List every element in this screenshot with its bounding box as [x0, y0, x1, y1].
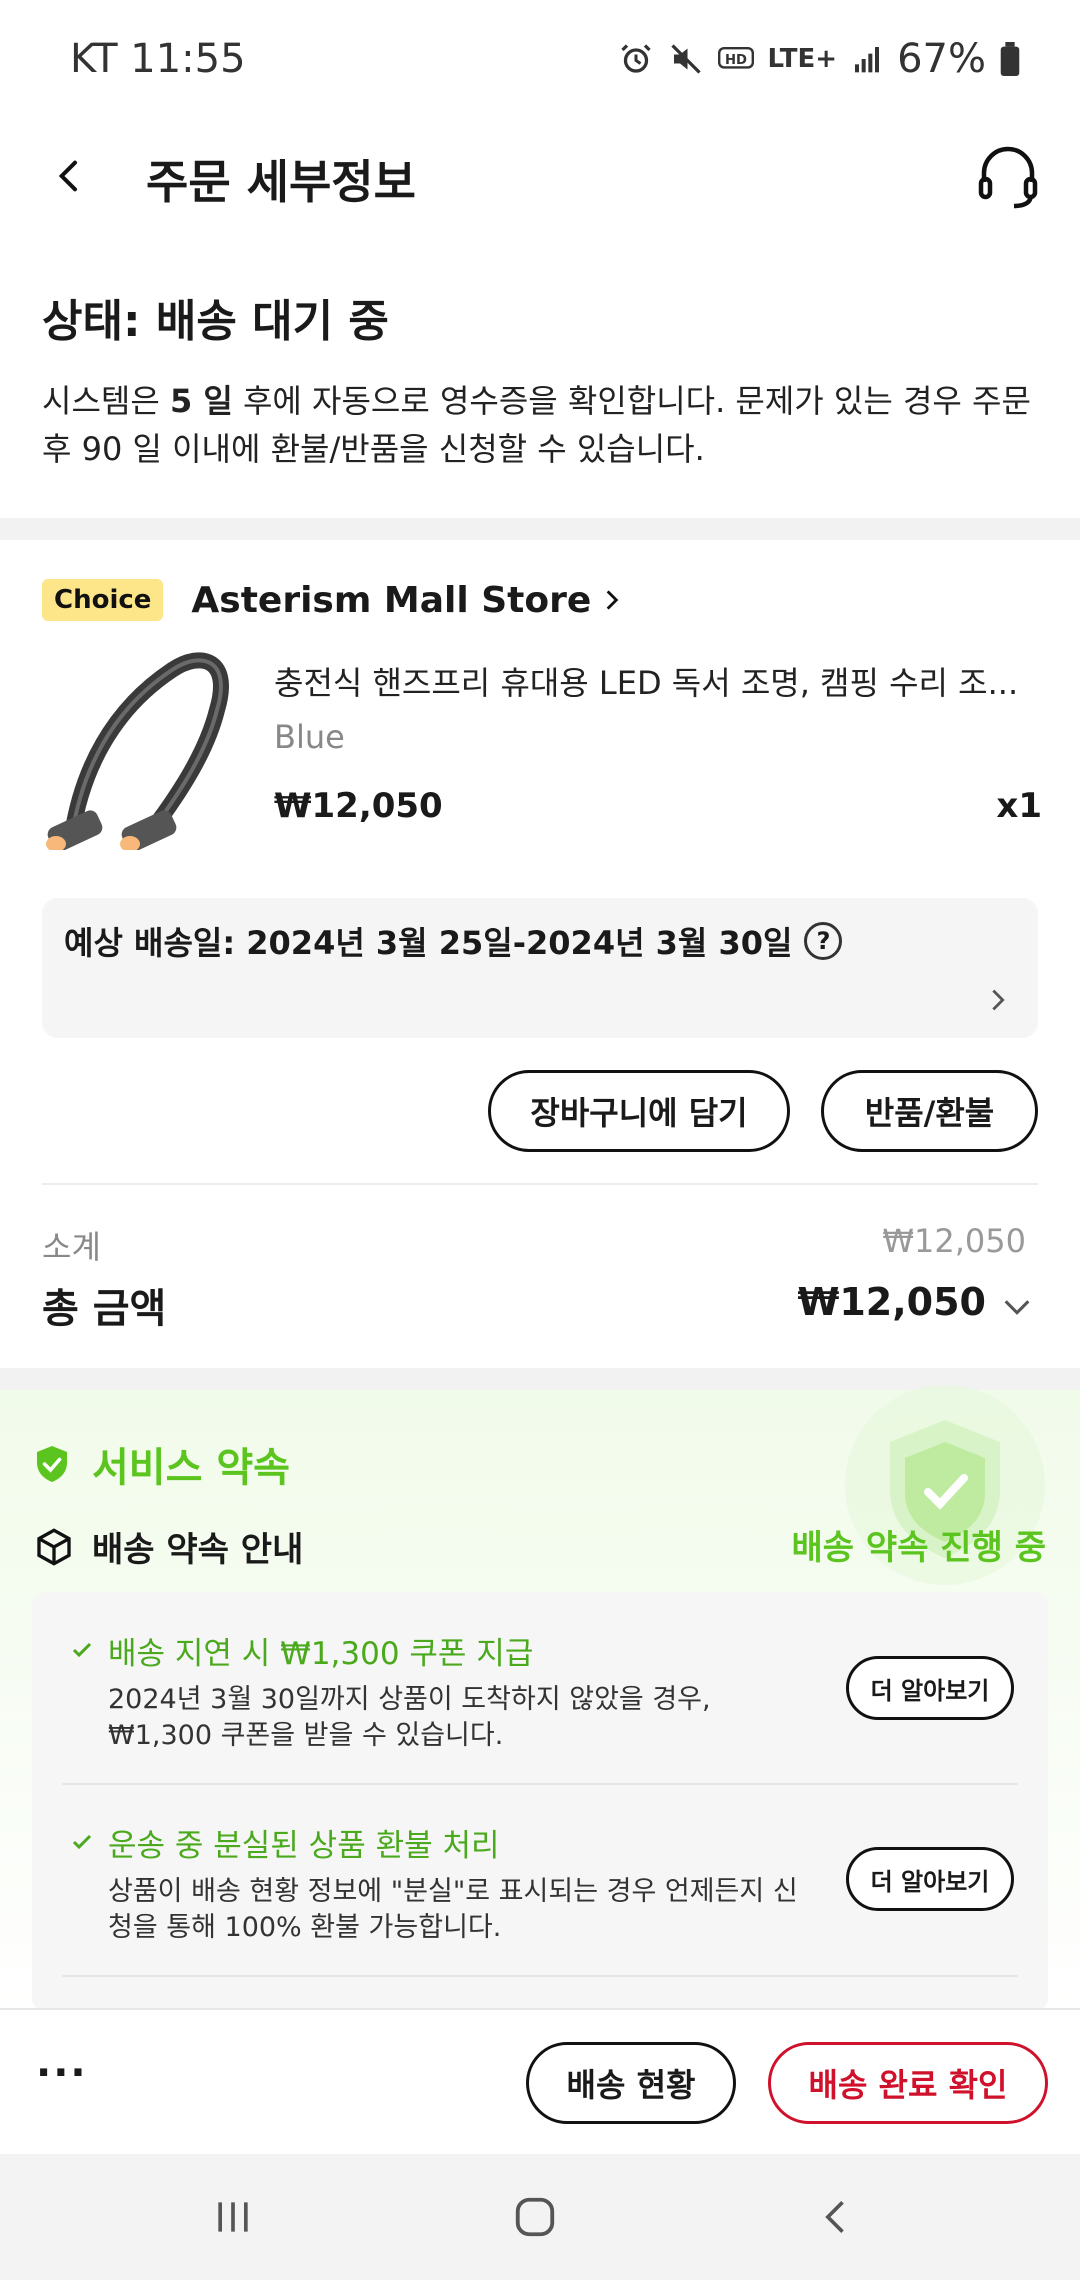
store-row[interactable]: Choice Asterism Mall Store — [42, 575, 625, 625]
check-icon — [72, 1834, 92, 1850]
chevron-left-icon — [58, 160, 77, 192]
home-icon — [515, 2197, 555, 2237]
divider — [62, 1975, 1018, 1977]
back-nav-button[interactable] — [797, 2182, 877, 2252]
delivery-estimate: 예상 배송일: 2024년 3월 25일-2024년 3월 30일 ? — [64, 918, 843, 964]
alarm-icon — [618, 41, 654, 77]
promise-item-title: 배송 지연 시 ₩1,300 쿠폰 지급 — [108, 1636, 534, 1672]
learn-more-button[interactable]: 더 알아보기 — [846, 1656, 1014, 1720]
service-title-text: 서비스 약속 — [92, 1445, 290, 1491]
delivery-estimate-text: 예상 배송일: 2024년 3월 25일-2024년 3월 30일 — [64, 924, 793, 962]
promise-item-description: 2024년 3월 30일까지 상품이 도착하지 않았을 경우, ₩1,300 쿠… — [108, 1684, 711, 1751]
home-button[interactable] — [495, 2182, 575, 2252]
bottom-action-bar: ··· 배송 현황 배송 완료 확인 — [0, 2008, 1080, 2154]
divider — [62, 1783, 1018, 1785]
delivery-promise-text: 배송 약속 안내 — [92, 1530, 304, 1570]
return-refund-button[interactable]: 반품/환불 — [821, 1070, 1038, 1152]
system-navigation-bar — [0, 2154, 1080, 2280]
chevron-right-icon — [606, 590, 619, 610]
network-label: LTE+ — [767, 44, 838, 74]
recent-apps-button[interactable] — [193, 2182, 273, 2252]
subtotal-label: 소계 — [42, 1228, 101, 1266]
total-value[interactable]: ₩12,050 — [797, 1280, 986, 1324]
back-icon — [825, 2201, 844, 2233]
page-title: 주문 세부정보 — [146, 155, 416, 209]
svg-text:HD: HD — [725, 53, 747, 68]
page-header: 주문 세부정보 — [0, 120, 1080, 240]
customer-support-button[interactable] — [972, 140, 1044, 212]
promise-item-title: 운송 중 분실된 상품 환불 처리 — [108, 1828, 500, 1864]
box-icon — [37, 1527, 71, 1566]
chevron-right-icon — [992, 989, 1005, 1011]
signal-icon — [851, 43, 883, 75]
promise-item-description: 상품이 배송 현황 정보에 "분실"로 표시되는 경우 언제든지 신청을 통해 … — [108, 1876, 798, 1943]
recent-apps-icon — [218, 2202, 248, 2232]
choice-badge: Choice — [42, 579, 164, 621]
confirm-delivery-button[interactable]: 배송 완료 확인 — [768, 2042, 1048, 2124]
order-status-section: 상태: 배송 대기 중 시스템은 5 일 후에 자동으로 영수증을 확인합니다.… — [42, 285, 1042, 473]
status-bar: KT 11:55 HD LTE+ 67% — [0, 0, 1080, 120]
subtotal-value: ₩12,050 — [882, 1222, 1026, 1260]
divider — [42, 1183, 1038, 1185]
order-status-description: 시스템은 5 일 후에 자동으로 영수증을 확인합니다. 문제가 있는 경우 주… — [42, 382, 1031, 468]
total-label: 총 금액 — [42, 1286, 167, 1332]
store-name-link[interactable]: Asterism Mall Store — [191, 580, 625, 621]
product-price: ₩12,050 — [274, 786, 443, 826]
status-icons: HD LTE+ 67% — [618, 36, 1020, 82]
add-to-cart-button[interactable]: 장바구니에 담기 — [488, 1070, 790, 1152]
chevron-down-icon[interactable] — [1000, 1290, 1034, 1324]
store-name: Asterism Mall Store — [191, 579, 592, 621]
mute-icon — [668, 41, 704, 77]
back-button[interactable] — [40, 146, 100, 206]
product-quantity: x1 — [996, 786, 1042, 826]
promise-status: 배송 약속 진행 중 — [791, 1528, 1046, 1568]
order-status-title: 상태: 배송 대기 중 — [42, 296, 389, 347]
delivery-promise-label: 배송 약속 안내 — [34, 1522, 303, 1571]
more-options-button[interactable]: ··· — [36, 2050, 88, 2096]
product-variant: Blue — [274, 718, 345, 756]
battery-percent: 67% — [897, 36, 986, 82]
tracking-button[interactable]: 배송 현황 — [526, 2042, 736, 2124]
section-divider — [0, 518, 1080, 540]
product-item[interactable]: 충전식 핸즈프리 휴대용 LED 독서 조명, 캠핑 수리 조... Blue … — [42, 650, 1044, 852]
product-image[interactable] — [42, 650, 252, 852]
carrier-time: KT 11:55 — [70, 36, 246, 82]
battery-icon — [1000, 42, 1020, 76]
service-promise-title: 서비스 약속 — [34, 1435, 290, 1493]
hd-icon: HD — [717, 44, 754, 74]
delivery-estimate-box[interactable]: 예상 배송일: 2024년 3월 25일-2024년 3월 30일 ? — [42, 898, 1038, 1038]
check-icon — [72, 1642, 92, 1658]
product-title[interactable]: 충전식 핸즈프리 휴대용 LED 독서 조명, 캠핑 수리 조... — [274, 658, 1044, 704]
auto-confirm-days: 5 일 — [169, 382, 233, 420]
shield-check-icon — [37, 1446, 67, 1482]
learn-more-button[interactable]: 더 알아보기 — [846, 1847, 1014, 1911]
headset-icon — [978, 146, 1038, 209]
help-icon[interactable]: ? — [804, 922, 843, 960]
